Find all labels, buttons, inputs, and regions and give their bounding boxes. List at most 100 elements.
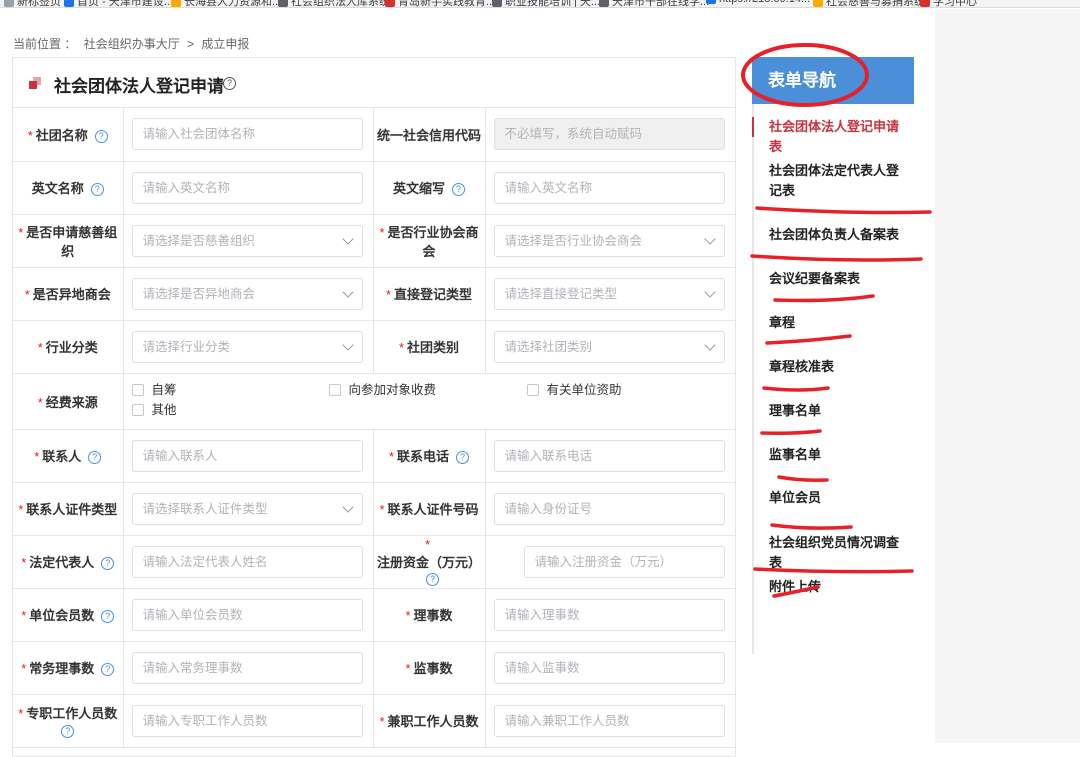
- form-nav-item[interactable]: 附件上传: [754, 577, 916, 597]
- field-label: 行业分类: [45, 340, 98, 355]
- select-dropdown[interactable]: 请选择社团类别: [493, 330, 725, 363]
- chevron-down-icon: [341, 232, 354, 245]
- bookmark-item[interactable]: 长海县人力资源和...: [171, 0, 281, 7]
- checkbox-label: 向参加对象收费: [348, 382, 437, 397]
- form-nav-item[interactable]: 监事名单: [754, 445, 916, 465]
- field-label-cell: * 常务理事数?: [13, 640, 124, 695]
- form-nav-item[interactable]: 会议纪要备案表: [754, 269, 916, 289]
- text-input[interactable]: [493, 598, 725, 631]
- field-label: 常务理事数: [29, 661, 95, 676]
- field-label-cell: * 联系人证件号码: [372, 481, 486, 536]
- field-cell: [122, 587, 374, 642]
- help-icon[interactable]: ?: [90, 183, 104, 197]
- funding-checkbox[interactable]: 向参加对象收费: [328, 379, 437, 398]
- field-cell: [122, 160, 374, 215]
- field-label: 直接登记类型: [394, 287, 473, 302]
- field-label: 英文缩写: [392, 181, 445, 196]
- bookmark-item[interactable]: 新标签页: [4, 0, 61, 7]
- form-row: * 是否申请慈善组织 请选择是否慈善组织 * 是否行业协会商会 请选择是否行业协会商会: [13, 213, 735, 268]
- bookmark-favicon-icon: [813, 0, 823, 7]
- bookmark-item[interactable]: 职业技能培训 | 天...: [492, 0, 600, 7]
- field-label-cell: 英文缩写?: [372, 160, 486, 215]
- checkbox-box[interactable]: [526, 384, 539, 397]
- funding-checkbox[interactable]: 自筹: [131, 379, 177, 398]
- select-dropdown[interactable]: 请选择联系人证件类型: [131, 492, 363, 525]
- chevron-down-icon: [341, 500, 354, 513]
- form-nav-item[interactable]: 章程核准表: [754, 357, 916, 377]
- text-input[interactable]: [131, 439, 363, 472]
- text-input[interactable]: [131, 598, 363, 631]
- text-input[interactable]: [131, 118, 363, 150]
- select-dropdown[interactable]: 请选择是否慈善组织: [131, 224, 363, 257]
- bookmark-item[interactable]: 天津市干部在线学...: [599, 0, 709, 7]
- checkbox-box[interactable]: [328, 384, 341, 397]
- question-icon[interactable]: ?: [223, 77, 236, 90]
- bookmark-item[interactable]: 社会慈善与募捐系统: [813, 0, 925, 7]
- text-input[interactable]: [493, 704, 725, 737]
- select-dropdown[interactable]: 请选择行业分类: [131, 330, 363, 363]
- field-cell: 请选择社团类别: [484, 319, 735, 374]
- breadcrumb-level1-link[interactable]: 社会组织办事大厅: [84, 37, 180, 51]
- form-nav-item[interactable]: 社会组织党员情况调查表: [754, 533, 916, 573]
- field-cell: [122, 693, 374, 748]
- help-icon[interactable]: ?: [101, 557, 115, 571]
- page-margin: [935, 9, 1080, 743]
- help-icon[interactable]: ?: [94, 129, 108, 143]
- field-label-cell: * 联系人?: [13, 428, 124, 483]
- help-icon[interactable]: ?: [88, 451, 102, 465]
- text-input[interactable]: [523, 545, 725, 578]
- select-dropdown[interactable]: 请选择是否行业协会商会: [493, 224, 725, 257]
- form-row: *法定代表人?*注册资金（万元）?: [13, 534, 735, 589]
- form-row-funding: * 经费来源 自筹 向参加对象收费 有关单位资助 其他: [13, 372, 735, 430]
- form-nav-item[interactable]: 章程: [754, 313, 916, 333]
- field-label: 联系人证件号码: [387, 502, 479, 517]
- help-icon[interactable]: ?: [101, 663, 115, 677]
- select-dropdown[interactable]: 请选择直接登记类型: [493, 277, 725, 310]
- field-label-cell: * 专职工作人员数?: [13, 693, 124, 748]
- help-icon[interactable]: ?: [426, 573, 439, 587]
- bookmark-item[interactable]: 首页 - 天津市建设...: [64, 0, 173, 7]
- field-label-cell: * 法定代表人?: [13, 534, 124, 589]
- text-input[interactable]: [493, 492, 725, 525]
- field-label: 监事数: [413, 661, 453, 676]
- field-label-cell: * 联系人证件类型: [13, 481, 124, 536]
- field-label: 法定代表人: [29, 555, 95, 570]
- checkbox-box[interactable]: [131, 404, 144, 417]
- bookmark-item[interactable]: 社会组织法人库系统: [278, 0, 390, 7]
- text-input[interactable]: [131, 171, 363, 204]
- help-icon[interactable]: ?: [452, 183, 465, 197]
- text-input[interactable]: [131, 651, 363, 684]
- text-input[interactable]: [493, 439, 725, 472]
- bookmark-item[interactable]: 青岛新手实践教育...: [385, 0, 495, 7]
- funding-checkbox[interactable]: 有关单位资助: [526, 379, 622, 398]
- required-asterisk: *: [385, 287, 392, 302]
- chevron-down-icon: [704, 285, 716, 298]
- form-nav-list: 社会团体法人登记申请表 社会团体法定代表人登记表社会团体负责人备案表 会议纪要备案表…: [752, 104, 914, 654]
- form-nav-item[interactable]: 理事名单: [754, 401, 916, 421]
- funding-checkbox[interactable]: 其他: [131, 399, 177, 418]
- chevron-down-icon: [341, 285, 354, 298]
- required-asterisk: *: [21, 661, 27, 676]
- form-nav-item[interactable]: 社会团体法定代表人登记表: [754, 161, 916, 201]
- select-placeholder: 请选择联系人证件类型: [142, 501, 268, 516]
- help-icon[interactable]: ?: [456, 451, 470, 465]
- bookmark-favicon-icon: [278, 0, 288, 7]
- text-input[interactable]: [131, 704, 363, 737]
- form-nav-item[interactable]: 社会团体负责人备案表: [754, 225, 916, 245]
- bookmark-item[interactable]: 学习中心: [920, 0, 977, 8]
- form-nav-item[interactable]: 社会团体法人登记申请表: [752, 117, 916, 157]
- form-nav-item[interactable]: 单位会员: [754, 488, 916, 508]
- field-label: 是否申请慈善组织: [26, 224, 118, 259]
- bookmark-item[interactable]: https://218.60.14...: [706, 0, 810, 5]
- bookmark-label: 学习中心: [933, 0, 977, 8]
- checkbox-box[interactable]: [131, 384, 144, 397]
- field-cell: [122, 534, 374, 589]
- help-icon[interactable]: ?: [61, 725, 75, 738]
- select-dropdown[interactable]: 请选择是否异地商会: [131, 277, 363, 310]
- text-input[interactable]: [131, 545, 363, 578]
- help-icon[interactable]: ?: [101, 610, 115, 624]
- form-row: *常务理事数?* 监事数: [13, 640, 735, 695]
- field-label-cell: * 是否申请慈善组织: [13, 213, 124, 268]
- text-input[interactable]: [493, 171, 725, 204]
- text-input[interactable]: [493, 651, 725, 684]
